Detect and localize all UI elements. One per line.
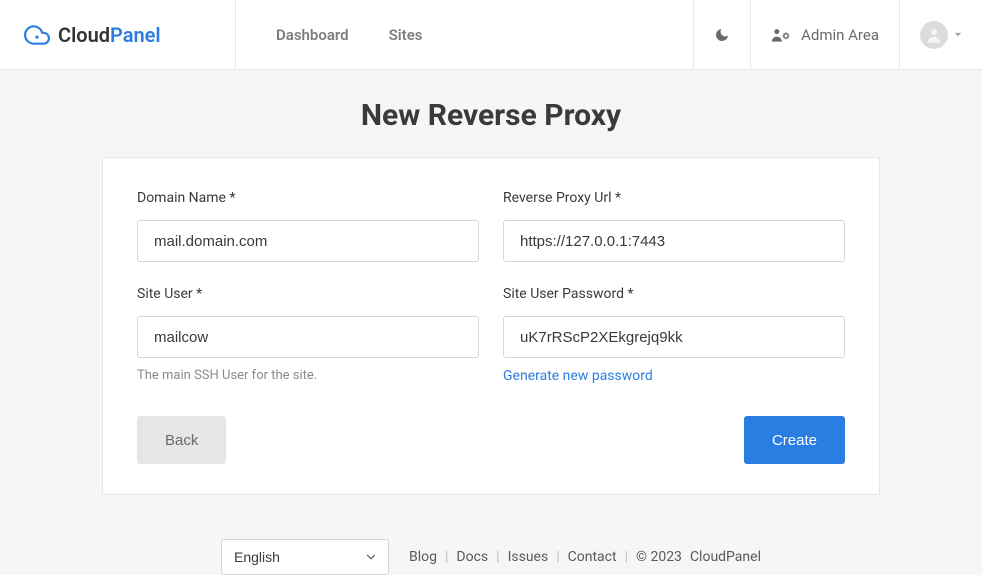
create-button[interactable]: Create	[744, 416, 845, 464]
chevron-down-icon	[954, 32, 962, 37]
main-nav: Dashboard Sites	[236, 0, 693, 69]
nav-dashboard[interactable]: Dashboard	[276, 26, 349, 44]
footer-blog-link[interactable]: Blog	[409, 549, 437, 565]
footer-sep: |	[445, 549, 448, 565]
header: CloudPanel Dashboard Sites Admin Area	[0, 0, 982, 70]
logo-text: CloudPanel	[58, 23, 161, 47]
reverse-proxy-url-input[interactable]	[503, 220, 845, 262]
admin-area-link[interactable]: Admin Area	[750, 0, 899, 69]
user-icon	[925, 26, 943, 44]
site-user-label: Site User *	[137, 286, 479, 302]
site-user-password-input[interactable]	[503, 316, 845, 358]
footer-sep: |	[496, 549, 499, 565]
footer-docs-link[interactable]: Docs	[456, 549, 488, 565]
moon-icon	[714, 27, 730, 43]
nav-sites[interactable]: Sites	[389, 26, 423, 44]
avatar	[920, 21, 948, 49]
footer-links: Blog | Docs | Issues | Contact | © 2023 …	[409, 549, 761, 565]
footer-sep: |	[625, 549, 628, 565]
site-user-password-label: Site User Password *	[503, 286, 845, 302]
footer-contact-link[interactable]: Contact	[568, 549, 617, 565]
footer-issues-link[interactable]: Issues	[508, 549, 549, 565]
cloud-logo-icon	[24, 22, 50, 48]
admin-gear-icon	[771, 27, 791, 43]
domain-name-input[interactable]	[137, 220, 479, 262]
form-card: Domain Name * Reverse Proxy Url * Site U…	[102, 157, 880, 495]
language-select[interactable]: English	[221, 539, 389, 575]
domain-name-label: Domain Name *	[137, 190, 479, 206]
theme-toggle[interactable]	[693, 0, 750, 69]
footer: English Blog | Docs | Issues | Contact |…	[0, 539, 982, 575]
header-right: Admin Area	[693, 0, 982, 69]
page-title: New Reverse Proxy	[0, 98, 982, 133]
site-user-input[interactable]	[137, 316, 479, 358]
admin-area-label: Admin Area	[801, 26, 879, 44]
footer-sep: |	[556, 549, 559, 565]
generate-password-link[interactable]: Generate new password	[503, 368, 845, 384]
site-user-helper: The main SSH User for the site.	[137, 368, 479, 383]
user-menu[interactable]	[899, 0, 982, 69]
logo[interactable]: CloudPanel	[0, 0, 236, 69]
footer-brand: CloudPanel	[690, 549, 761, 565]
reverse-proxy-url-label: Reverse Proxy Url *	[503, 190, 845, 206]
back-button[interactable]: Back	[137, 416, 226, 464]
footer-copyright: © 2023	[636, 549, 682, 565]
